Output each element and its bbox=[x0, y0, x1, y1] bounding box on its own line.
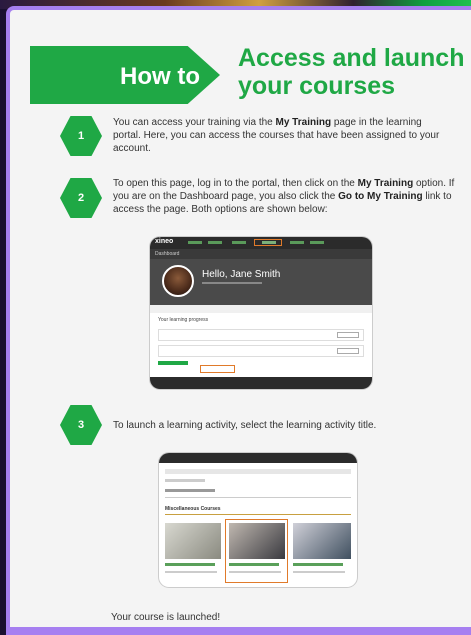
nav-item bbox=[232, 241, 246, 244]
course-description bbox=[165, 571, 217, 573]
filter-chips bbox=[165, 479, 205, 482]
course-row bbox=[158, 345, 364, 357]
hero-links-bar bbox=[150, 305, 372, 313]
how-to-label: How to bbox=[120, 63, 200, 90]
section-underline bbox=[165, 514, 351, 515]
dashboard-label: Dashboard bbox=[150, 249, 372, 259]
divider bbox=[165, 497, 351, 498]
step-1-text: You can access your training via the My … bbox=[113, 117, 440, 154]
title-line-1: Access and launch bbox=[238, 44, 465, 72]
nav-item bbox=[208, 241, 222, 244]
greeting-subtext bbox=[202, 282, 262, 284]
course-title-link bbox=[293, 563, 343, 566]
course-thumbnail-calculator bbox=[165, 523, 221, 559]
portal-footer bbox=[150, 377, 372, 389]
title-line-2: your courses bbox=[238, 72, 396, 100]
course-description bbox=[293, 571, 345, 573]
subheading bbox=[165, 489, 215, 492]
go-to-my-training-highlight bbox=[200, 365, 235, 373]
course-list-screenshot: Miscellaneous Courses bbox=[159, 453, 357, 587]
avatar bbox=[162, 265, 194, 297]
course-row bbox=[158, 329, 364, 341]
progress-label: Your learning progress bbox=[158, 317, 209, 323]
nav-item bbox=[188, 241, 202, 244]
portal-navbar bbox=[159, 453, 357, 463]
portal-logo: xineo bbox=[155, 238, 174, 245]
nav-item bbox=[290, 241, 304, 244]
section-title: Miscellaneous Courses bbox=[165, 506, 221, 512]
course-thumbnail-team bbox=[293, 523, 351, 559]
portal-navbar: xineo bbox=[150, 237, 372, 249]
nav-item bbox=[310, 241, 324, 244]
final-message: Your course is launched! bbox=[111, 612, 221, 623]
frame-bottom-border bbox=[6, 627, 471, 635]
selected-course-highlight bbox=[225, 519, 288, 583]
search-bar bbox=[165, 469, 351, 474]
row-button bbox=[337, 348, 359, 354]
row-button bbox=[337, 332, 359, 338]
header-banner: How to Access and launch your courses bbox=[30, 36, 470, 114]
step-2-text: To open this page, log in to the portal,… bbox=[113, 178, 455, 215]
course-title-link bbox=[165, 563, 215, 566]
welcome-hero: Hello, Jane Smith bbox=[150, 259, 372, 305]
progress-bar bbox=[158, 361, 188, 365]
dashboard-screenshot: xineo Dashboard Hello, Jane Smith Your l… bbox=[150, 237, 372, 389]
greeting: Hello, Jane Smith bbox=[202, 269, 281, 280]
my-training-highlight bbox=[254, 239, 282, 246]
page-title: Access and launch your courses bbox=[238, 44, 471, 100]
step-3-text: To launch a learning activity, select th… bbox=[113, 420, 377, 431]
